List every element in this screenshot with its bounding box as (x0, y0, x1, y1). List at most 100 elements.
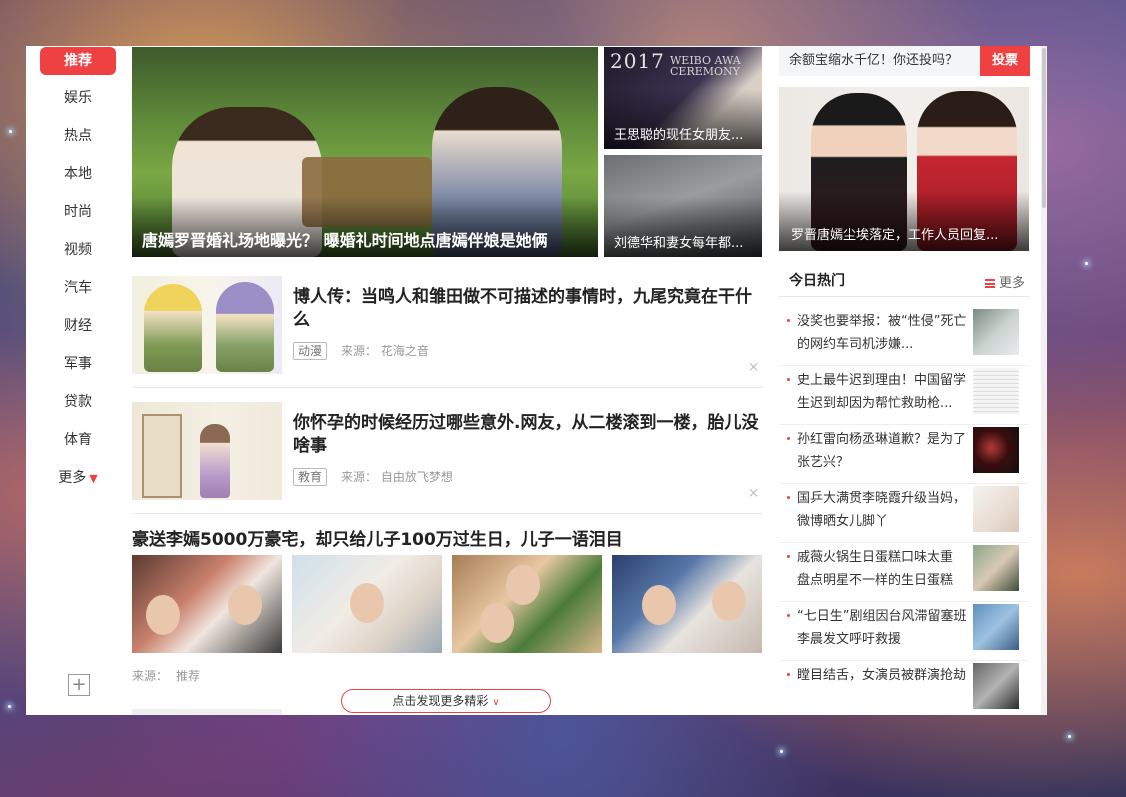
chevron-down-icon: ∨ (492, 697, 500, 708)
bullet-dot (787, 319, 790, 322)
vote-button[interactable]: 投票 (980, 46, 1030, 76)
article-source[interactable]: 自由放飞梦想 (381, 470, 453, 484)
star-decoration (1068, 735, 1071, 738)
hero-side-card-2[interactable]: 刘德华和妻女每年都... (604, 155, 762, 257)
hot-more-link[interactable]: 更多 (984, 272, 1025, 291)
source-label: 来源： (132, 669, 169, 683)
watermark-line: CEREMONY (670, 65, 740, 78)
left-nav: 推荐 娱乐 热点 本地 时尚 视频 汽车 财经 军事 贷款 体育 更多 ▼ + (26, 46, 128, 715)
hot-item-thumbnail[interactable] (973, 368, 1019, 414)
gallery-face (350, 583, 384, 623)
nav-item-military[interactable]: 军事 (40, 350, 116, 378)
article-title[interactable]: 你怀孕的时候经历过哪些意外.网友，从二楼滚到一楼，胎儿没啥事 (293, 412, 763, 458)
hot-item-text[interactable]: 国乒大满贯李晓霞升级当妈，微博晒女儿脚丫 (797, 487, 969, 533)
hero-main-caption: 唐嫣罗晋婚礼场地曝光？ 曝婚礼时间地点唐嫣伴娘是她俩 (142, 231, 548, 250)
hot-list-item[interactable]: 孙红雷向杨丞琳道歉？是为了张艺兴？ (779, 424, 1029, 484)
gallery-image[interactable] (292, 555, 442, 653)
hot-list-item[interactable]: 瞠目结舌，女演员被群演抢劫 (779, 660, 1029, 715)
load-more-button[interactable]: 点击发现更多精彩 ∨ (341, 689, 551, 713)
hot-item-thumbnail[interactable] (973, 427, 1019, 473)
bullet-dot (787, 496, 790, 499)
bullet-dot (787, 555, 790, 558)
gallery-source-name[interactable]: 推荐 (176, 669, 200, 683)
gallery-image[interactable] (132, 555, 282, 653)
right-hero-caption: 罗晋唐嫣尘埃落定，工作人员回复... (791, 228, 999, 243)
article-item[interactable]: 博人传：当鸣人和雏田做不可描述的事情时，九尾究竟在干什么 动漫 来源： 花海之音 … (132, 274, 763, 388)
next-item-peek (132, 709, 282, 715)
vertical-scrollbar[interactable] (1041, 46, 1047, 715)
nav-item-more[interactable]: 更多 ▼ (40, 464, 116, 492)
gallery-image[interactable] (452, 555, 602, 653)
hot-list-item[interactable]: 戚薇火锅生日蛋糕口味太重 盘点明星不一样的生日蛋糕 (779, 542, 1029, 602)
poll-question[interactable]: 余额宝缩水千亿！你还投吗？ (789, 46, 958, 76)
gallery-source: 来源： 推荐 (132, 667, 200, 684)
bullet-dot (787, 673, 790, 676)
hero-side-card-1[interactable]: 2017 WEIBO AWA CEREMONY 王思聪的现任女朋友... (604, 47, 762, 149)
gallery-face (480, 603, 514, 643)
anime-figure (216, 282, 274, 372)
nav-more-label: 更多 (58, 470, 87, 486)
hot-list-item[interactable]: 史上最牛迟到理由！中国留学生迟到却因为帮忙救助枪... (779, 365, 1029, 425)
hot-item-text[interactable]: 孙红雷向杨丞琳道歉？是为了张艺兴？ (797, 428, 969, 474)
close-icon[interactable]: × (748, 486, 759, 501)
article-thumbnail[interactable] (132, 276, 282, 374)
gallery-face (712, 581, 746, 621)
star-decoration (9, 130, 12, 133)
nav-item-sports[interactable]: 体育 (40, 426, 116, 454)
hot-item-thumbnail[interactable] (973, 486, 1019, 532)
gallery-face (642, 585, 676, 625)
hot-item-thumbnail[interactable] (973, 604, 1019, 650)
scrollbar-thumb[interactable] (1042, 48, 1046, 208)
article-source[interactable]: 花海之音 (381, 344, 429, 358)
plus-icon[interactable]: + (68, 674, 90, 696)
nav-item-loan[interactable]: 贷款 (40, 388, 116, 416)
gallery-face (506, 565, 540, 605)
source-label: 来源： (341, 344, 378, 358)
nav-item-video[interactable]: 视频 (40, 236, 116, 264)
gallery-image[interactable] (612, 555, 762, 653)
girl-illustration (200, 424, 230, 498)
hot-item-text[interactable]: 没奖也要举报：被“性侵”死亡的网约车司机涉嫌... (797, 310, 969, 356)
watermark-year: 2017 (610, 49, 665, 73)
gallery-face (228, 585, 262, 625)
hot-item-text[interactable]: 瞠目结舌，女演员被群演抢劫 (797, 664, 969, 710)
hot-list-item[interactable]: “七日生”剧组因台风滞留塞班 李晨发文呼吁救援 (779, 601, 1029, 661)
hero-main-card[interactable]: 唐嫣罗晋婚礼场地曝光？ 曝婚礼时间地点唐嫣伴娘是她俩 (132, 47, 598, 257)
hot-list-item[interactable]: 没奖也要举报：被“性侵”死亡的网约车司机涉嫌... (779, 306, 1029, 366)
star-decoration (1085, 262, 1088, 265)
watermark-text: WEIBO AWA CEREMONY (670, 55, 741, 77)
hero-side-caption: 刘德华和妻女每年都... (614, 236, 744, 251)
hot-item-thumbnail[interactable] (973, 545, 1019, 591)
nav-item-finance[interactable]: 财经 (40, 312, 116, 340)
hot-item-thumbnail[interactable] (973, 663, 1019, 709)
article-tag[interactable]: 教育 (293, 468, 328, 486)
hero-side-caption: 王思聪的现任女朋友... (614, 128, 744, 143)
nav-item-entertainment[interactable]: 娱乐 (40, 84, 116, 112)
article-thumbnail[interactable] (132, 402, 282, 500)
hot-item-text[interactable]: 史上最牛迟到理由！中国留学生迟到却因为帮忙救助枪... (797, 369, 969, 415)
gallery-headline[interactable]: 豪送李嫣5000万豪宅，却只给儿子100万过生日，儿子一语泪目 (132, 525, 623, 550)
article-tag[interactable]: 动漫 (293, 342, 328, 360)
load-more-label: 点击发现更多精彩 (392, 694, 489, 708)
nav-item-recommend[interactable]: 推荐 (40, 47, 116, 75)
hot-list-item[interactable]: 国乒大满贯李晓霞升级当妈，微博晒女儿脚丫 (779, 483, 1029, 543)
right-hero-card[interactable]: 罗晋唐嫣尘埃落定，工作人员回复... (779, 87, 1029, 251)
nav-item-fashion[interactable]: 时尚 (40, 198, 116, 226)
chevron-down-icon: ▼ (89, 472, 98, 485)
source-label: 来源： (341, 470, 378, 484)
hot-today-title: 今日热门 (789, 273, 845, 289)
article-meta: 教育 来源： 自由放飞梦想 (293, 468, 453, 486)
hot-item-text[interactable]: 戚薇火锅生日蛋糕口味太重 盘点明星不一样的生日蛋糕 (797, 546, 969, 592)
close-icon[interactable]: × (748, 360, 759, 375)
article-title[interactable]: 博人传：当鸣人和雏田做不可描述的事情时，九尾究竟在干什么 (293, 286, 763, 332)
nav-item-local[interactable]: 本地 (40, 160, 116, 188)
browser-window: 推荐 娱乐 热点 本地 时尚 视频 汽车 财经 军事 贷款 体育 更多 ▼ + 唐… (26, 46, 1047, 715)
hot-item-text[interactable]: “七日生”剧组因台风滞留塞班 李晨发文呼吁救援 (797, 605, 969, 651)
nav-item-hot[interactable]: 热点 (40, 122, 116, 150)
anime-figure (144, 284, 202, 372)
nav-item-auto[interactable]: 汽车 (40, 274, 116, 302)
article-item[interactable]: 你怀孕的时候经历过哪些意外.网友，从二楼滚到一楼，胎儿没啥事 教育 来源： 自由放… (132, 400, 763, 514)
hot-item-thumbnail[interactable] (973, 309, 1019, 355)
bullet-dot (787, 378, 790, 381)
article-meta: 动漫 来源： 花海之音 (293, 342, 429, 360)
